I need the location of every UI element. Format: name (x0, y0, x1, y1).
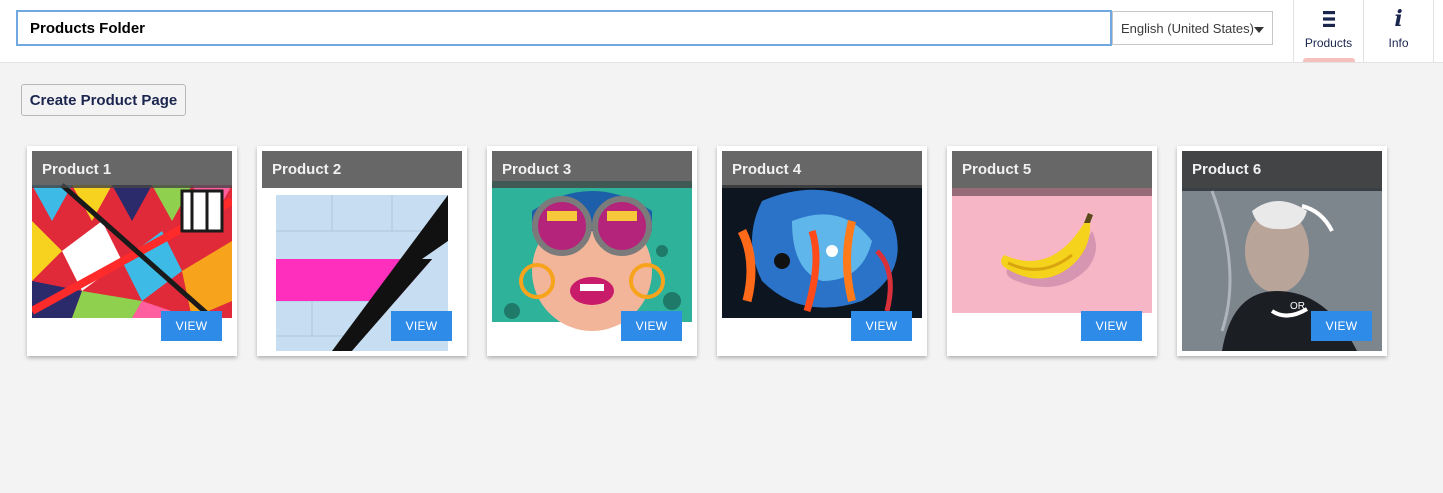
product-title: Product 3 (492, 151, 692, 188)
view-button[interactable]: VIEW (391, 311, 452, 341)
app-products-button[interactable]: Products (1293, 0, 1363, 62)
caret-down-icon (1254, 27, 1264, 33)
product-card[interactable]: Product 3 VIEW (487, 146, 697, 356)
product-card[interactable]: OR Product 6 VIEW (1177, 146, 1387, 356)
view-button[interactable]: VIEW (1081, 311, 1142, 341)
editor-header: English (United States) Products i Info (0, 0, 1443, 63)
view-button[interactable]: VIEW (621, 311, 682, 341)
view-button[interactable]: VIEW (851, 311, 912, 341)
product-title: Product 1 (32, 151, 232, 188)
svg-text:OR: OR (1290, 301, 1305, 312)
app-info-button[interactable]: i Info (1363, 0, 1434, 62)
product-card[interactable]: Product 1 VIEW (27, 146, 237, 356)
product-title: Product 6 (1182, 151, 1382, 188)
content-name-input[interactable] (16, 10, 1112, 46)
product-card[interactable]: Product 4 VIEW (717, 146, 927, 356)
active-app-indicator (1303, 58, 1355, 62)
app-info-label: Info (1388, 36, 1409, 50)
language-dropdown-value: English (United States) (1121, 20, 1254, 36)
create-product-page-button[interactable]: Create Product Page (21, 84, 186, 116)
view-button[interactable]: VIEW (1311, 311, 1372, 341)
app-products-label: Products (1304, 36, 1353, 50)
info-icon: i (1394, 6, 1403, 32)
product-card[interactable]: Product 2 VIEW (257, 146, 467, 356)
view-button[interactable]: VIEW (161, 311, 222, 341)
language-dropdown[interactable]: English (United States) (1112, 11, 1273, 45)
product-title: Product 2 (262, 151, 462, 188)
list-icon (1322, 8, 1336, 30)
product-title: Product 5 (952, 151, 1152, 188)
product-card[interactable]: Product 5 VIEW (947, 146, 1157, 356)
product-title: Product 4 (722, 151, 922, 188)
